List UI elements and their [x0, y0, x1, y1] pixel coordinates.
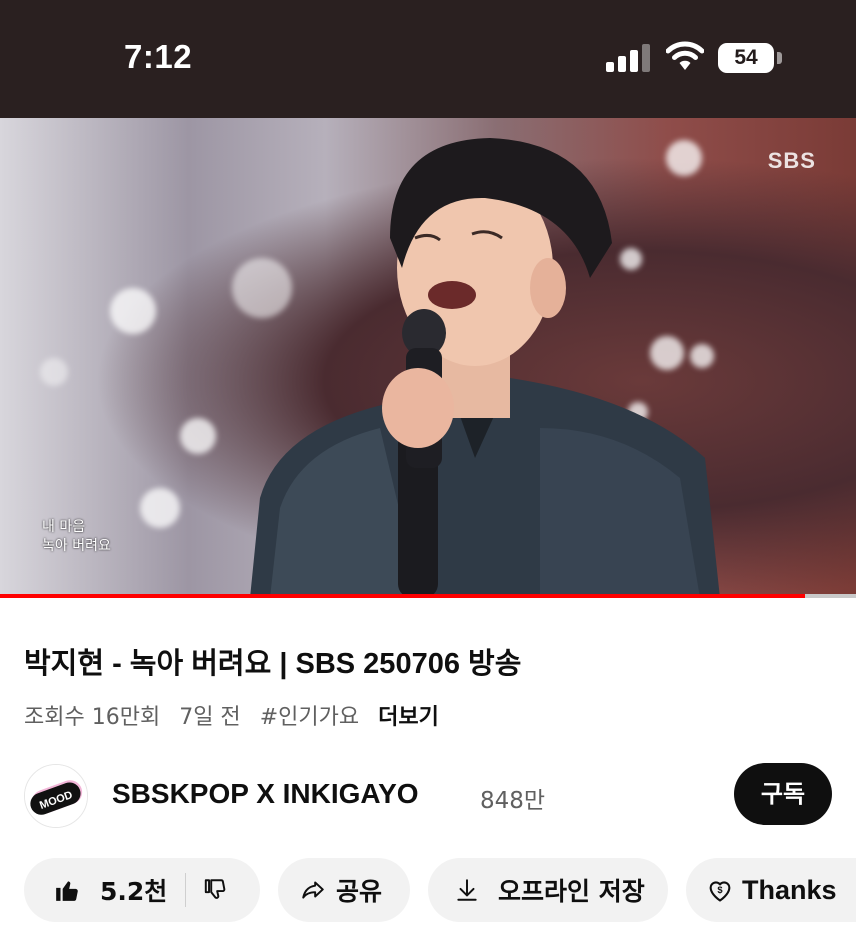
- share-button[interactable]: 공유: [278, 858, 410, 922]
- hashtag-link[interactable]: #인기가요: [260, 705, 359, 730]
- upload-age: 7일 전: [179, 705, 241, 730]
- view-count: 조회수 16만회: [24, 705, 161, 730]
- svg-text:$: $: [717, 885, 723, 895]
- channel-avatar[interactable]: MOOD: [24, 764, 88, 828]
- bokeh-light: [180, 418, 216, 454]
- more-button[interactable]: 더보기: [378, 705, 439, 730]
- video-caption: 내 마음 녹아 버려요: [42, 518, 111, 556]
- bokeh-light: [140, 488, 180, 528]
- subscriber-count: 848만: [480, 788, 546, 814]
- dislike-button[interactable]: [202, 877, 228, 903]
- like-button[interactable]: 5.2천: [54, 872, 167, 908]
- battery-nub: [777, 52, 782, 64]
- mood-logo-icon: MOOD: [25, 765, 87, 827]
- battery-icon: 54: [718, 43, 774, 73]
- thumbs-down-icon: [205, 879, 226, 899]
- sbs-watermark: SBS: [767, 148, 816, 173]
- video-meta: 조회수 16만회 7일 전 #인기가요 더보기: [24, 699, 451, 731]
- caption-line: 내 마음: [42, 519, 86, 535]
- share-label: 공유: [336, 877, 383, 906]
- like-dislike-pill: 5.2천: [24, 858, 260, 922]
- channel-name[interactable]: SBSKPOP X INKIGAYO: [112, 778, 419, 810]
- thanks-label: Thanks: [742, 874, 837, 905]
- subscribe-button[interactable]: 구독: [734, 763, 832, 825]
- download-button[interactable]: 오프라인 저장: [428, 858, 668, 922]
- status-bar: 7:12 54: [0, 0, 856, 118]
- video-player[interactable]: SBS 내 마음 녹아 버려요: [0, 118, 856, 596]
- video-progress-bar[interactable]: [0, 594, 856, 598]
- bokeh-light: [110, 288, 156, 334]
- thumbs-up-icon: [56, 881, 78, 901]
- pill-divider: [185, 873, 187, 907]
- status-time: 7:12: [124, 38, 193, 75]
- signal-icon: [606, 44, 652, 72]
- thanks-button[interactable]: $ Thanks: [686, 858, 856, 922]
- heart-dollar-icon: $: [709, 881, 731, 902]
- video-progress-fill: [0, 594, 805, 598]
- wifi-icon: [665, 40, 705, 72]
- download-icon: [457, 879, 477, 901]
- download-label: 오프라인 저장: [498, 877, 645, 906]
- singer-figure: [250, 138, 720, 596]
- video-title: 박지현 - 녹아 버려요 | SBS 250706 방송: [24, 648, 522, 680]
- caption-line: 녹아 버려요: [42, 538, 111, 554]
- share-arrow-icon: [302, 881, 324, 899]
- like-count: 5.2천: [100, 877, 168, 906]
- bokeh-light: [40, 358, 68, 386]
